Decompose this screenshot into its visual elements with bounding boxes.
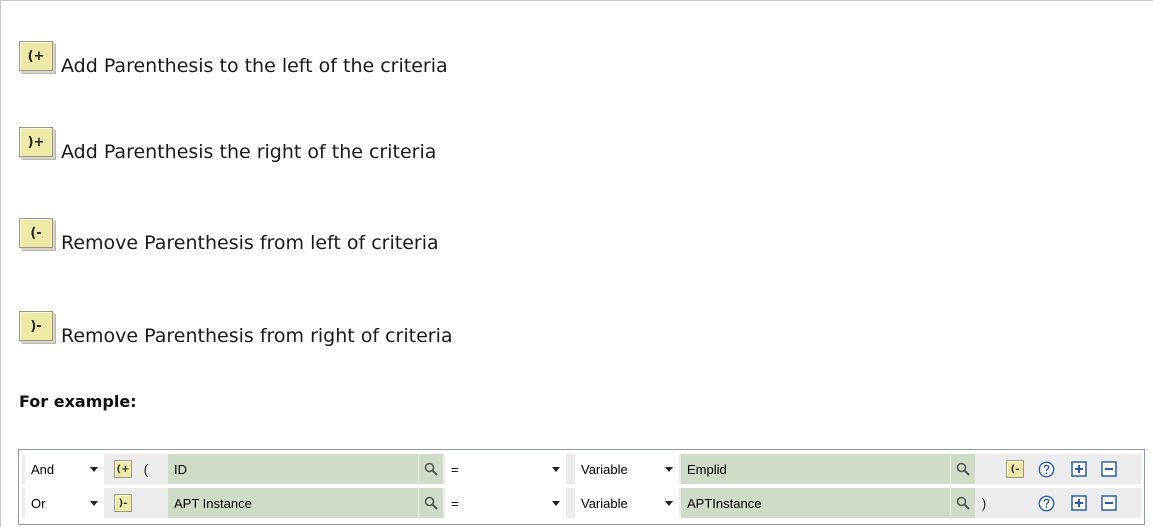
value-cell: Emplid	[681, 454, 950, 484]
expression-type-select[interactable]: Variable	[575, 454, 679, 484]
left-paren-cell	[136, 488, 156, 518]
condition-value: =	[451, 461, 459, 477]
plus-icon[interactable]	[1070, 460, 1088, 478]
minus-icon[interactable]	[1100, 460, 1118, 478]
legend-item-add-left: (+ Add Parenthesis to the left of the cr…	[19, 41, 448, 77]
remove-paren-cell	[1004, 488, 1026, 518]
remove-left-paren-icon: (-	[19, 218, 53, 248]
right-paren-cell	[976, 454, 992, 484]
add-row-cell	[1067, 488, 1091, 518]
chevron-down-icon	[90, 501, 98, 506]
remove-paren-cell: (-	[1004, 454, 1026, 484]
logical-operator-select[interactable]: Or	[25, 488, 104, 518]
left-paren: (	[143, 461, 149, 477]
value-cell: APTInstance	[681, 488, 950, 518]
example-heading: For example:	[19, 392, 137, 411]
help-cell	[1034, 454, 1058, 484]
field-name: ID	[174, 461, 187, 477]
legend-text: Add Parenthesis the right of the criteri…	[61, 141, 437, 163]
criteria-row: Or )- APT Instance = Variable APTInstanc…	[22, 488, 1141, 518]
delete-row-cell	[1097, 488, 1121, 518]
field-name: APT Instance	[174, 495, 252, 511]
remove-right-paren-icon: )-	[19, 311, 53, 341]
expression-type-value: Variable	[581, 461, 628, 477]
search-icon[interactable]	[954, 494, 972, 512]
search-icon[interactable]	[422, 460, 440, 478]
remove-left-paren-button[interactable]: (-	[1006, 460, 1024, 478]
delete-row-cell	[1097, 454, 1121, 484]
expression-type-select[interactable]: Variable	[575, 488, 679, 518]
legend-text: Remove Parenthesis from left of criteria	[61, 232, 439, 254]
legend-item-add-right: )+ Add Parenthesis the right of the crit…	[19, 127, 436, 163]
logical-operator-value: And	[31, 461, 55, 477]
right-paren-cell: )	[976, 488, 992, 518]
legend-text: Add Parenthesis to the left of the crite…	[61, 55, 448, 77]
help-icon[interactable]	[1037, 494, 1055, 512]
remove-right-paren-button[interactable]: )-	[114, 494, 132, 512]
legend-item-remove-right: )- Remove Parenthesis from right of crit…	[19, 311, 453, 347]
chevron-down-icon	[552, 501, 560, 506]
help-page: (+ Add Parenthesis to the left of the cr…	[0, 0, 1153, 527]
criteria-grid: And (+ ( ID = Variable Emplid (- Or)- A…	[18, 449, 1145, 525]
legend-item-remove-left: (- Remove Parenthesis from left of crite…	[19, 218, 439, 254]
paren-button-cell: (+	[111, 454, 135, 484]
legend-text: Remove Parenthesis from right of criteri…	[61, 325, 453, 347]
add-row-cell	[1067, 454, 1091, 484]
value-text: Emplid	[687, 461, 727, 477]
logical-operator-value: Or	[31, 495, 46, 511]
search-icon[interactable]	[422, 494, 440, 512]
chevron-down-icon	[552, 467, 560, 472]
field-lookup-cell	[419, 488, 443, 518]
value-lookup-cell	[951, 488, 975, 518]
expression-type-value: Variable	[581, 495, 628, 511]
chevron-down-icon	[665, 501, 673, 506]
chevron-down-icon	[665, 467, 673, 472]
add-right-paren-icon: )+	[19, 127, 53, 157]
help-cell	[1034, 488, 1058, 518]
condition-select[interactable]: =	[445, 454, 566, 484]
right-paren: )	[981, 495, 987, 511]
chevron-down-icon	[90, 467, 98, 472]
search-icon[interactable]	[954, 460, 972, 478]
field-cell: ID	[168, 454, 418, 484]
criteria-row: And (+ ( ID = Variable Emplid (-	[22, 454, 1141, 484]
value-lookup-cell	[951, 454, 975, 484]
value-text: APTInstance	[687, 495, 762, 511]
paren-button-cell: )-	[111, 488, 135, 518]
field-cell: APT Instance	[168, 488, 418, 518]
add-left-paren-icon: (+	[19, 41, 53, 71]
plus-icon[interactable]	[1070, 494, 1088, 512]
left-paren-cell: (	[136, 454, 156, 484]
condition-value: =	[451, 495, 459, 511]
help-icon[interactable]	[1037, 460, 1055, 478]
field-lookup-cell	[419, 454, 443, 484]
minus-icon[interactable]	[1100, 494, 1118, 512]
add-left-paren-button[interactable]: (+	[114, 460, 132, 478]
condition-select[interactable]: =	[445, 488, 566, 518]
logical-operator-select[interactable]: And	[25, 454, 104, 484]
